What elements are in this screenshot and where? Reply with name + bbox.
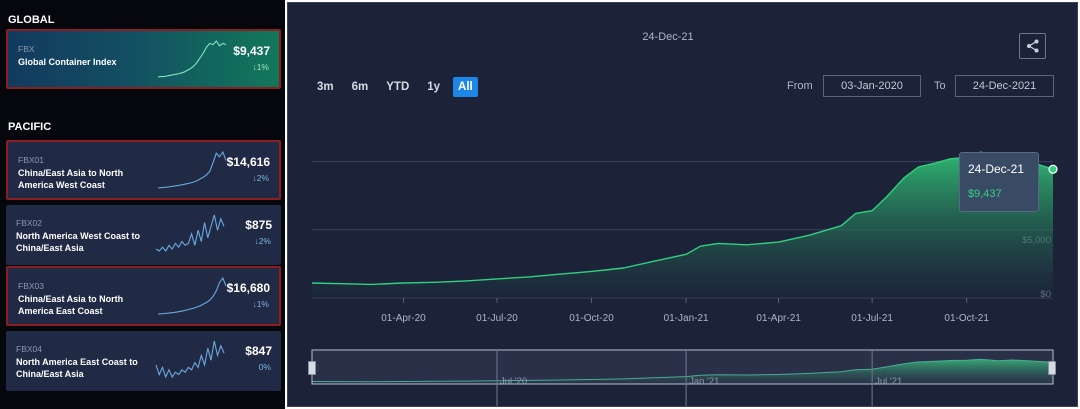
chart-panel: $0$5,000$10,00001-Apr-2001-Jul-2001-Oct-… [287, 2, 1078, 407]
index-card-fbx03[interactable]: FBX03 China/East Asia to North America E… [6, 266, 281, 326]
navigator-label: Jan '21 [689, 376, 719, 387]
x-tick-label: 01-Apr-21 [756, 313, 801, 324]
section-heading-pacific: PACIFIC [8, 121, 52, 133]
x-tick-label: 01-Apr-20 [381, 313, 426, 324]
range-button-ytd[interactable]: YTD [381, 77, 414, 97]
card-change: ↓2% [254, 236, 271, 246]
chart-header-date: 24-Dec-21 [642, 31, 694, 43]
from-date-input[interactable] [823, 75, 921, 97]
section-heading-global: GLOBAL [8, 14, 55, 26]
index-card-fbx04[interactable]: FBX04 North America East Coast to China/… [6, 331, 281, 391]
card-name: North America East Coast to China/East A… [16, 357, 138, 379]
index-card-fbx[interactable]: FBX Global Container Index $9,437 ↓1% [6, 29, 281, 89]
from-label: From [787, 80, 813, 92]
navigator-label: Jul '21 [875, 376, 902, 387]
share-icon [1026, 39, 1038, 53]
sparkline [157, 150, 227, 189]
range-button-all[interactable]: All [453, 77, 478, 97]
navigator-window[interactable] [311, 349, 1054, 385]
navigator-label: Jul '20 [500, 376, 527, 387]
range-button-1y[interactable]: 1y [422, 77, 445, 97]
x-tick-label: 01-Jan-21 [664, 313, 709, 324]
sparkline [157, 40, 227, 78]
range-selector: 3m 6m YTD 1y All [312, 77, 486, 97]
x-tick-label: 01-Oct-21 [944, 313, 989, 324]
sparkline-path [157, 40, 227, 78]
card-name: China/East Asia to North America West Co… [18, 168, 124, 190]
share-button[interactable] [1019, 33, 1046, 59]
navigator-right-handle[interactable] [1048, 361, 1056, 375]
card-change: 0% [258, 362, 271, 372]
card-price: $847 [245, 344, 272, 358]
x-tick-label: 01-Oct-20 [569, 313, 614, 324]
sidebar: GLOBAL FBX Global Container Index $9,437… [0, 0, 285, 409]
card-price: $14,616 [226, 155, 270, 169]
card-change: ↓1% [252, 299, 269, 309]
chart-tooltip: 24-Dec-21 $9,437 [959, 152, 1039, 212]
sparkline [155, 214, 225, 252]
hover-point [1048, 164, 1058, 174]
range-button-6m[interactable]: 6m [347, 77, 374, 97]
series-area [312, 152, 1053, 298]
to-label: To [934, 80, 946, 92]
navigator-left-handle[interactable] [308, 361, 316, 375]
tooltip-value: $9,437 [968, 188, 1002, 200]
x-tick-label: 01-Jul-20 [476, 313, 518, 324]
sparkline [157, 276, 227, 315]
x-tick-label: 01-Jul-21 [851, 313, 893, 324]
card-name: China/East Asia to North America East Co… [18, 294, 124, 316]
card-code: FBX02 [16, 218, 42, 228]
sparkline-path [157, 276, 227, 315]
tooltip-date: 24-Dec-21 [968, 162, 1025, 176]
card-code: FBX03 [18, 281, 44, 291]
sparkline-path [155, 214, 225, 252]
card-change: ↓2% [252, 173, 269, 183]
card-code: FBX04 [16, 344, 42, 354]
to-date-input[interactable] [955, 75, 1054, 97]
sparkline-path [157, 150, 227, 189]
card-price: $875 [245, 218, 272, 232]
range-button-3m[interactable]: 3m [312, 77, 339, 97]
sparkline [155, 340, 225, 379]
sparkline-path [155, 340, 225, 379]
card-change: ↓1% [252, 62, 269, 72]
card-code: FBX01 [18, 155, 44, 165]
card-name: North America West Coast to China/East A… [16, 231, 141, 253]
card-price: $16,680 [226, 281, 270, 295]
card-code: FBX [18, 44, 35, 54]
index-card-fbx01[interactable]: FBX01 China/East Asia to North America W… [6, 140, 281, 200]
card-name: Global Container Index [18, 57, 117, 67]
index-card-fbx02[interactable]: FBX02 North America West Coast to China/… [6, 205, 281, 265]
card-price: $9,437 [233, 44, 270, 58]
